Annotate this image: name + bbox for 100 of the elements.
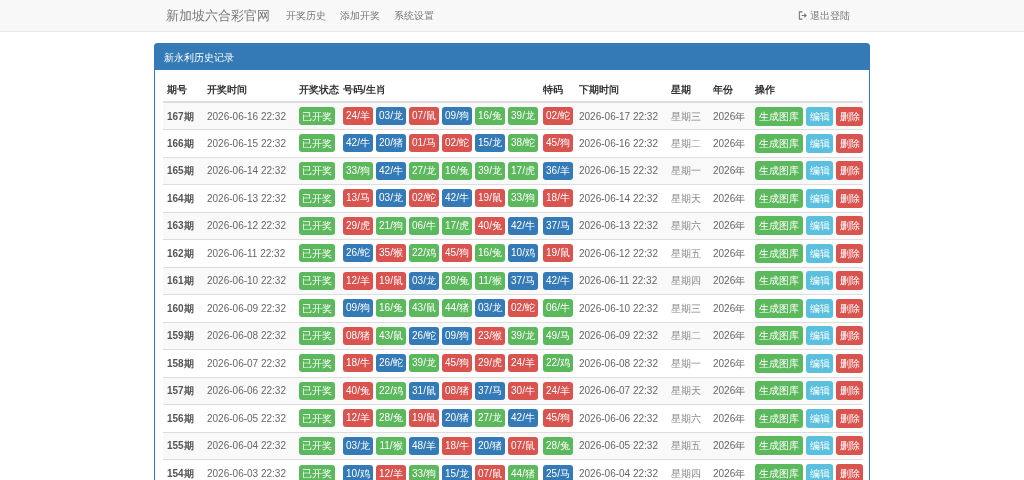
next-time-cell: 2026-06-08 22:32 bbox=[579, 357, 658, 369]
edit-button[interactable]: 编辑 bbox=[806, 216, 833, 236]
period-cell: 164期 bbox=[167, 192, 194, 204]
delete-button[interactable]: 删除 bbox=[836, 106, 863, 126]
next-time-cell: 2026-06-07 22:32 bbox=[579, 385, 658, 397]
edit-button[interactable]: 编辑 bbox=[806, 271, 833, 291]
next-time-cell: 2026-06-11 22:32 bbox=[579, 275, 658, 287]
period-cell: 167期 bbox=[167, 110, 194, 122]
edit-button[interactable]: 编辑 bbox=[806, 353, 833, 373]
column-header: 年份 bbox=[709, 82, 751, 102]
column-header: 星期 bbox=[667, 82, 709, 102]
next-time-cell: 2026-06-16 22:32 bbox=[579, 137, 658, 149]
generate-button[interactable]: 生成图库 bbox=[755, 271, 803, 291]
delete-button[interactable]: 删除 bbox=[836, 188, 863, 208]
draw-time-cell: 2026-06-08 22:32 bbox=[207, 330, 286, 342]
period-cell: 165期 bbox=[167, 165, 194, 177]
site-brand[interactable]: 新加坡六合彩官网 bbox=[166, 5, 270, 26]
next-time-cell: 2026-06-09 22:32 bbox=[579, 330, 658, 342]
delete-button[interactable]: 删除 bbox=[836, 326, 863, 346]
delete-button[interactable]: 删除 bbox=[836, 464, 863, 480]
edit-button[interactable]: 编辑 bbox=[806, 243, 833, 263]
draw-time-cell: 2026-06-13 22:32 bbox=[207, 192, 286, 204]
nav-link[interactable]: 系统设置 bbox=[394, 8, 434, 23]
delete-button[interactable]: 删除 bbox=[836, 298, 863, 318]
status-label: 已开奖 bbox=[299, 271, 335, 290]
delete-button[interactable]: 删除 bbox=[836, 436, 863, 456]
status-label: 已开奖 bbox=[299, 326, 335, 345]
year-cell: 2026年 bbox=[713, 110, 746, 122]
edit-button[interactable]: 编辑 bbox=[806, 133, 833, 153]
next-time-cell: 2026-06-17 22:32 bbox=[579, 110, 658, 122]
status-label: 已开奖 bbox=[299, 299, 335, 318]
nav-link[interactable]: 开奖历史 bbox=[286, 8, 326, 23]
generate-button[interactable]: 生成图库 bbox=[755, 326, 803, 346]
edit-button[interactable]: 编辑 bbox=[806, 464, 833, 480]
status-label: 已开奖 bbox=[299, 409, 335, 428]
nav-link[interactable]: 添加开奖 bbox=[340, 8, 380, 23]
generate-button[interactable]: 生成图库 bbox=[755, 408, 803, 428]
period-cell: 160期 bbox=[167, 302, 194, 314]
edit-button[interactable]: 编辑 bbox=[806, 106, 833, 126]
weekday-cell: 星期五 bbox=[671, 440, 701, 452]
delete-button[interactable]: 删除 bbox=[836, 353, 863, 373]
status-label: 已开奖 bbox=[299, 216, 335, 235]
delete-button[interactable]: 删除 bbox=[836, 408, 863, 428]
edit-button[interactable]: 编辑 bbox=[806, 298, 833, 318]
weekday-cell: 星期一 bbox=[671, 165, 701, 177]
delete-button[interactable]: 删除 bbox=[836, 161, 863, 181]
logout-link[interactable]: 退出登陆 bbox=[798, 8, 850, 23]
period-cell: 155期 bbox=[167, 440, 194, 452]
column-header: 开奖时间 bbox=[203, 82, 295, 102]
weekday-cell: 星期四 bbox=[671, 468, 701, 479]
generate-button[interactable]: 生成图库 bbox=[755, 243, 803, 263]
generate-button[interactable]: 生成图库 bbox=[755, 436, 803, 456]
edit-button[interactable]: 编辑 bbox=[806, 408, 833, 428]
period-cell: 161期 bbox=[167, 275, 194, 287]
edit-button[interactable]: 编辑 bbox=[806, 436, 833, 456]
column-header: 下期时间 bbox=[575, 82, 667, 102]
draw-time-cell: 2026-06-06 22:32 bbox=[207, 385, 286, 397]
weekday-cell: 星期五 bbox=[671, 247, 701, 259]
weekday-cell: 星期天 bbox=[671, 385, 701, 397]
weekday-cell: 星期六 bbox=[671, 220, 701, 232]
edit-button[interactable]: 编辑 bbox=[806, 188, 833, 208]
edit-button[interactable]: 编辑 bbox=[806, 161, 833, 181]
year-cell: 2026年 bbox=[713, 440, 746, 452]
status-label: 已开奖 bbox=[299, 464, 335, 480]
generate-button[interactable]: 生成图库 bbox=[755, 106, 803, 126]
next-time-cell: 2026-06-10 22:32 bbox=[579, 302, 658, 314]
period-cell: 162期 bbox=[167, 247, 194, 259]
column-header: 开奖状态 bbox=[295, 82, 339, 102]
generate-button[interactable]: 生成图库 bbox=[755, 381, 803, 401]
generate-button[interactable]: 生成图库 bbox=[755, 353, 803, 373]
column-header: 特码 bbox=[539, 82, 575, 102]
generate-button[interactable]: 生成图库 bbox=[755, 464, 803, 480]
weekday-cell: 星期三 bbox=[671, 110, 701, 122]
delete-button[interactable]: 删除 bbox=[836, 271, 863, 291]
period-cell: 158期 bbox=[167, 357, 194, 369]
next-time-cell: 2026-06-05 22:32 bbox=[579, 440, 658, 452]
status-label: 已开奖 bbox=[299, 244, 335, 263]
delete-button[interactable]: 删除 bbox=[836, 243, 863, 263]
generate-button[interactable]: 生成图库 bbox=[755, 216, 803, 236]
panel-title: 新永利历史记录 bbox=[155, 44, 869, 70]
generate-button[interactable]: 生成图库 bbox=[755, 133, 803, 153]
status-label: 已开奖 bbox=[299, 436, 335, 455]
generate-button[interactable]: 生成图库 bbox=[755, 161, 803, 181]
draw-time-cell: 2026-06-14 22:32 bbox=[207, 165, 286, 177]
year-cell: 2026年 bbox=[713, 385, 746, 397]
year-cell: 2026年 bbox=[713, 302, 746, 314]
weekday-cell: 星期六 bbox=[671, 412, 701, 424]
year-cell: 2026年 bbox=[713, 247, 746, 259]
generate-button[interactable]: 生成图库 bbox=[755, 188, 803, 208]
weekday-cell: 星期二 bbox=[671, 137, 701, 149]
year-cell: 2026年 bbox=[713, 192, 746, 204]
year-cell: 2026年 bbox=[713, 220, 746, 232]
edit-button[interactable]: 编辑 bbox=[806, 381, 833, 401]
delete-button[interactable]: 删除 bbox=[836, 216, 863, 236]
year-cell: 2026年 bbox=[713, 357, 746, 369]
delete-button[interactable]: 删除 bbox=[836, 381, 863, 401]
edit-button[interactable]: 编辑 bbox=[806, 326, 833, 346]
generate-button[interactable]: 生成图库 bbox=[755, 298, 803, 318]
status-label: 已开奖 bbox=[299, 189, 335, 208]
delete-button[interactable]: 删除 bbox=[836, 133, 863, 153]
